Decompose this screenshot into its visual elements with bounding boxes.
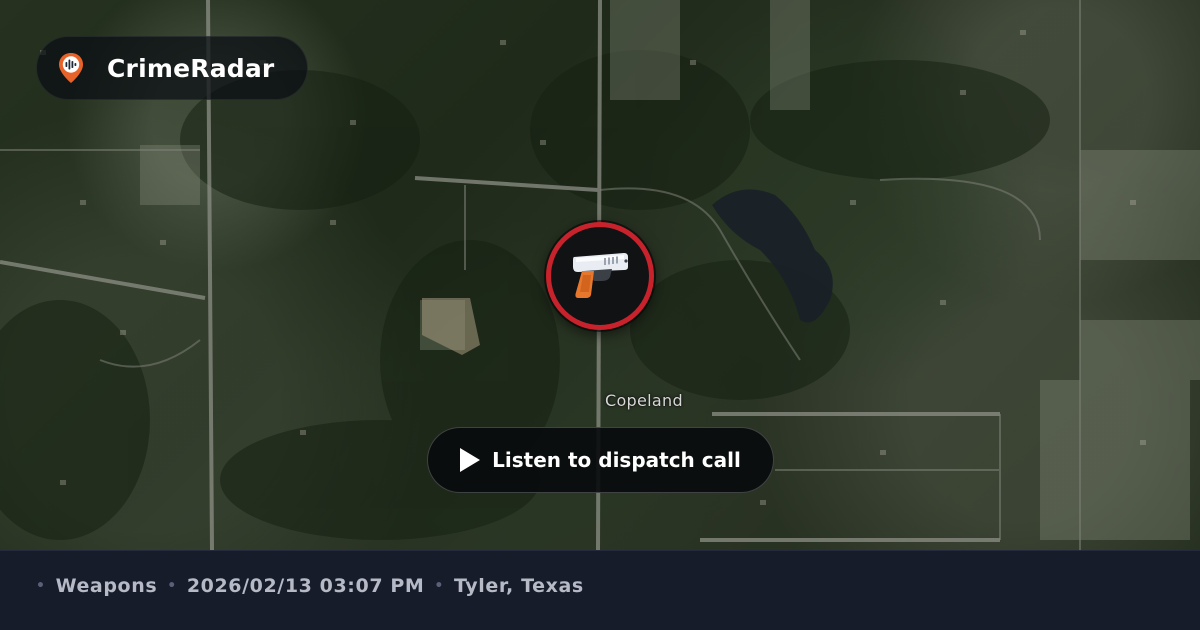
brand-badge[interactable]: CrimeRadar [36,36,308,100]
incident-datetime: 2026/02/13 03:07 PM [186,574,425,597]
listen-dispatch-label: Listen to dispatch call [492,448,741,472]
incident-details-bar: • Weapons • 2026/02/13 03:07 PM • Tyler,… [0,550,1200,630]
play-icon [460,448,481,472]
handgun-icon [568,247,632,305]
location-pin-radar-icon [55,50,87,86]
incident-location: Tyler, Texas [453,574,584,597]
separator-dot: • [36,577,46,594]
listen-dispatch-button[interactable]: Listen to dispatch call [427,427,774,493]
brand-name: CrimeRadar [107,53,275,83]
map-place-label: Copeland [605,391,683,410]
incident-category: Weapons [55,574,158,597]
incident-marker[interactable] [546,222,654,330]
separator-dot: • [167,577,177,594]
separator-dot: • [434,577,444,594]
